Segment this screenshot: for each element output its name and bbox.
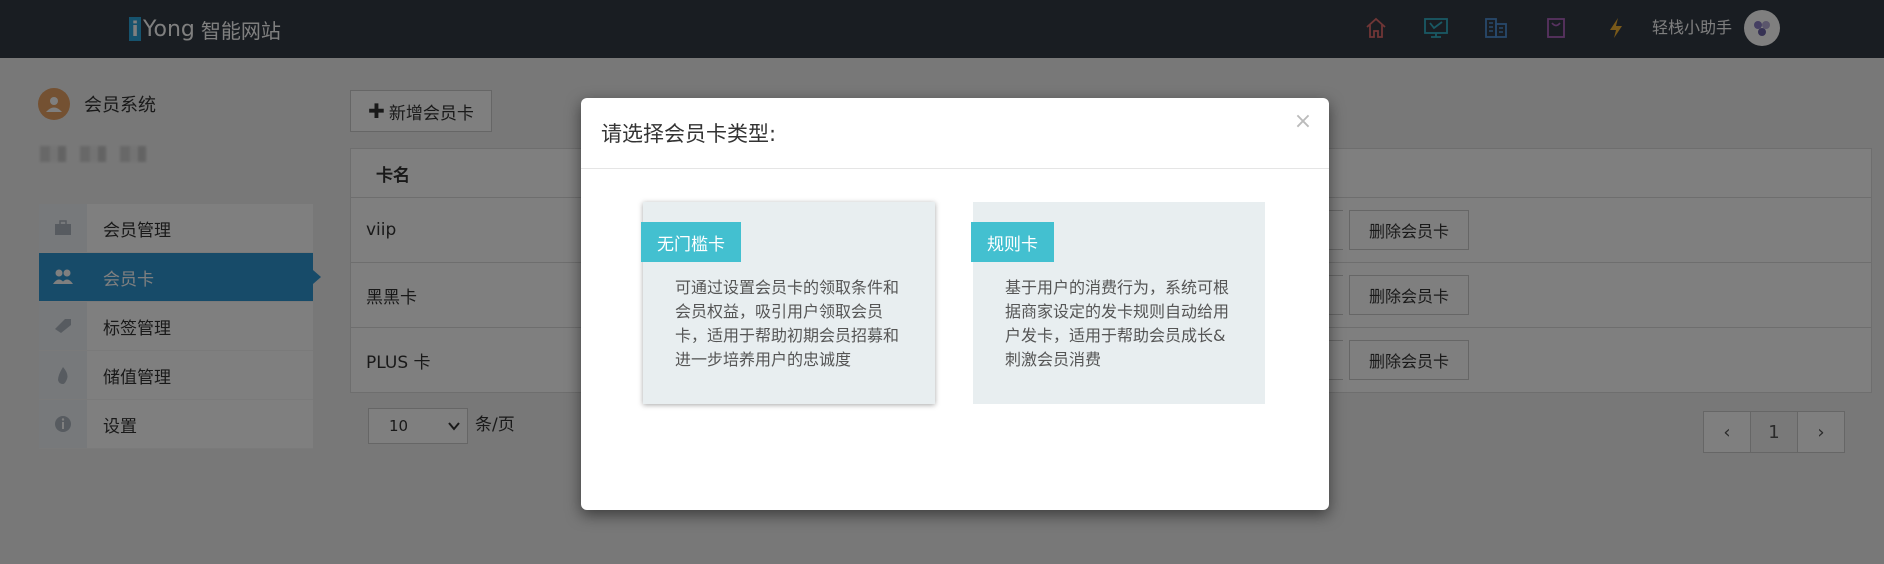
card-type-option-no-threshold[interactable]: 无门槛卡 可通过设置会员卡的领取条件和会员权益，吸引用户领取会员卡，适用于帮助初… [641, 202, 935, 404]
card-type-tag: 无门槛卡 [641, 222, 741, 262]
card-type-tag: 规则卡 [971, 222, 1054, 262]
dialog-title: 请选择会员卡类型: [601, 122, 777, 146]
close-icon[interactable]: × [1293, 110, 1313, 134]
card-type-option-rule[interactable]: 规则卡 基于用户的消费行为，系统可根据商家设定的发卡规则自动给用户发卡，适用于帮… [971, 202, 1265, 404]
dialog-header: 请选择会员卡类型: × [581, 98, 1329, 169]
card-type-dialog: 请选择会员卡类型: × 无门槛卡 可通过设置会员卡的领取条件和会员权益，吸引用户… [581, 98, 1329, 510]
card-type-description: 基于用户的消费行为，系统可根据商家设定的发卡规则自动给用户发卡，适用于帮助会员成… [1005, 278, 1230, 369]
card-type-description: 可通过设置会员卡的领取条件和会员权益，吸引用户领取会员卡，适用于帮助初期会员招募… [675, 278, 900, 369]
